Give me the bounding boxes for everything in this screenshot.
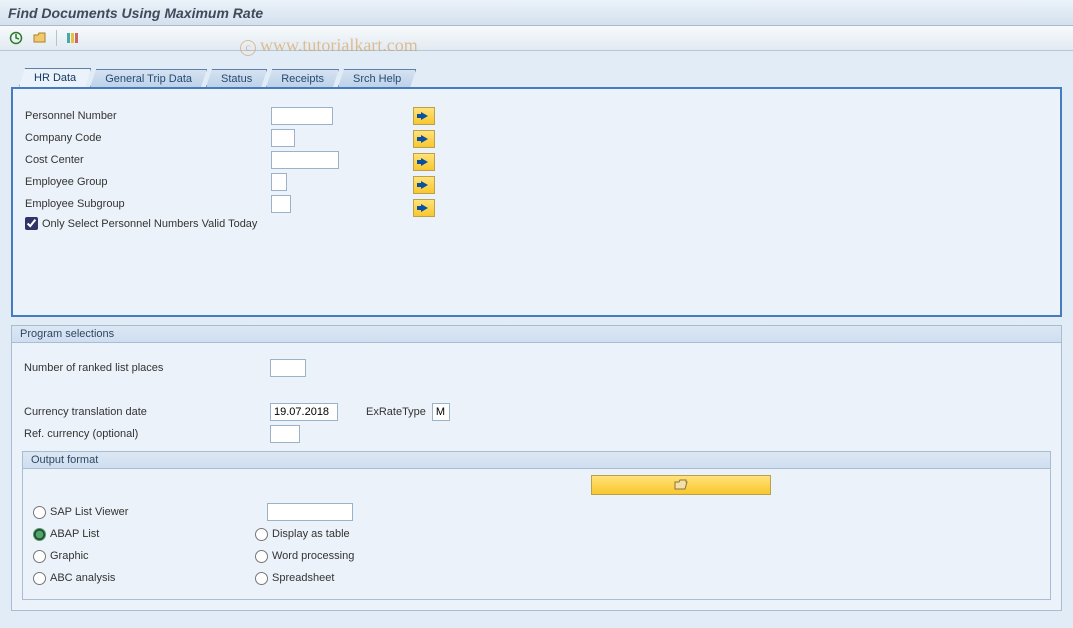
spreadsheet-label: Spreadsheet: [272, 572, 334, 584]
tab-label: HR Data: [34, 72, 76, 84]
graphic-label: Graphic: [50, 550, 89, 562]
group-output-format: Output format SAP List Viewer: [22, 451, 1051, 600]
row-sap-list-viewer: SAP List Viewer: [33, 501, 255, 523]
content-area: HR Data General Trip Data Status Receipt…: [0, 51, 1073, 628]
group-program-selections: Program selections Number of ranked list…: [11, 325, 1062, 611]
row-graphic: Graphic: [33, 545, 255, 567]
sap-list-viewer-layout-input[interactable]: [267, 503, 353, 521]
multi-select-employee-group[interactable]: [413, 176, 435, 194]
currency-date-input[interactable]: [270, 403, 338, 421]
tab-general-trip-data[interactable]: General Trip Data: [90, 69, 207, 87]
arrow-right-icon: [421, 112, 428, 120]
radio-col-1: SAP List Viewer ABAP List Graphic: [33, 501, 255, 589]
multi-select-employee-subgroup[interactable]: [413, 199, 435, 217]
row-word-processing: Word processing: [255, 545, 477, 567]
ref-currency-input[interactable]: [270, 425, 300, 443]
row-only-valid-today: Only Select Personnel Numbers Valid Toda…: [23, 217, 1050, 230]
tab-status[interactable]: Status: [206, 69, 267, 87]
program-selections-header: Program selections: [12, 326, 1061, 343]
title-text: Find Documents Using Maximum Rate: [8, 5, 263, 21]
row-ref-currency: Ref. currency (optional): [22, 425, 1051, 443]
abc-analysis-label: ABC analysis: [50, 572, 115, 584]
row-employee-subgroup: Employee Subgroup: [23, 195, 1050, 213]
cost-center-label: Cost Center: [23, 154, 271, 166]
row-personnel-number: Personnel Number: [23, 107, 1050, 125]
output-format-header: Output format: [23, 452, 1050, 469]
employee-subgroup-label: Employee Subgroup: [23, 198, 271, 210]
only-valid-today-checkbox[interactable]: [25, 217, 38, 230]
get-variant-button[interactable]: [30, 29, 50, 47]
radio-spreadsheet[interactable]: [255, 572, 268, 585]
program-selections-body: Number of ranked list places Currency tr…: [12, 343, 1061, 610]
arrow-right-icon: [421, 158, 428, 166]
toolbar: [0, 26, 1073, 51]
folder-icon: [33, 31, 47, 45]
multi-select-personnel-number[interactable]: [413, 107, 435, 125]
row-abc-analysis: ABC analysis: [33, 567, 255, 589]
only-valid-today-label: Only Select Personnel Numbers Valid Toda…: [42, 218, 257, 230]
radio-col-2: Display as table Word processing Spreads…: [255, 501, 477, 589]
output-format-body: SAP List Viewer ABAP List Graphic: [23, 469, 1050, 599]
tab-label: Status: [221, 73, 252, 85]
radio-word-processing[interactable]: [255, 550, 268, 563]
abap-list-label: ABAP List: [50, 528, 99, 540]
tab-strip: HR Data General Trip Data Status Receipt…: [19, 68, 1072, 87]
row-currency-date: Currency translation date ExRateType: [22, 403, 1051, 421]
row-abap-list: ABAP List: [33, 523, 255, 545]
radio-abc-analysis[interactable]: [33, 572, 46, 585]
row-company-code: Company Code: [23, 129, 1050, 147]
tab-label: General Trip Data: [105, 73, 192, 85]
color-legend-button[interactable]: [63, 29, 83, 47]
row-display-as-table: Display as table: [255, 523, 477, 545]
employee-subgroup-input[interactable]: [271, 195, 291, 213]
display-as-table-label: Display as table: [272, 528, 350, 540]
execute-button[interactable]: [6, 29, 26, 47]
ex-rate-type-label: ExRateType: [366, 406, 426, 418]
output-format-radios: SAP List Viewer ABAP List Graphic: [33, 501, 1040, 589]
radio-abap-list[interactable]: [33, 528, 46, 541]
personnel-number-input[interactable]: [271, 107, 333, 125]
color-bars-icon: [66, 31, 80, 45]
multiple-selection-column: [413, 107, 435, 217]
execute-clock-icon: [9, 31, 23, 45]
company-code-label: Company Code: [23, 132, 271, 144]
radio-display-as-table[interactable]: [255, 528, 268, 541]
tab-panel-hr-data: Personnel Number Company Code Cost Cente…: [11, 87, 1062, 317]
tab-label: Receipts: [281, 73, 324, 85]
tab-srch-help[interactable]: Srch Help: [338, 69, 416, 87]
employee-group-input[interactable]: [271, 173, 287, 191]
folder-open-icon: [674, 479, 688, 491]
radio-sap-list-viewer[interactable]: [33, 506, 46, 519]
multi-select-cost-center[interactable]: [413, 153, 435, 171]
employee-group-label: Employee Group: [23, 176, 271, 188]
sap-list-viewer-label: SAP List Viewer: [50, 506, 128, 518]
tab-label: Srch Help: [353, 73, 401, 85]
row-spreadsheet: Spreadsheet: [255, 567, 477, 589]
ex-rate-type-input[interactable]: [432, 403, 450, 421]
tab-hr-data[interactable]: HR Data: [19, 68, 91, 87]
currency-date-label: Currency translation date: [22, 406, 270, 418]
row-employee-group: Employee Group: [23, 173, 1050, 191]
ref-currency-label: Ref. currency (optional): [22, 428, 270, 440]
row-cost-center: Cost Center: [23, 151, 1050, 169]
layout-button[interactable]: [591, 475, 771, 495]
arrow-right-icon: [421, 135, 428, 143]
word-processing-label: Word processing: [272, 550, 354, 562]
arrow-right-icon: [421, 181, 428, 189]
personnel-number-label: Personnel Number: [23, 110, 271, 122]
tab-receipts[interactable]: Receipts: [266, 69, 339, 87]
radio-graphic[interactable]: [33, 550, 46, 563]
cost-center-input[interactable]: [271, 151, 339, 169]
layout-button-row: [33, 475, 1040, 495]
row-sap-layout-input: [255, 501, 477, 523]
company-code-input[interactable]: [271, 129, 295, 147]
multi-select-company-code[interactable]: [413, 130, 435, 148]
ranked-places-input[interactable]: [270, 359, 306, 377]
arrow-right-icon: [421, 204, 428, 212]
toolbar-separator: [56, 30, 57, 46]
row-ranked-places: Number of ranked list places: [22, 359, 1051, 377]
ranked-places-label: Number of ranked list places: [22, 362, 270, 374]
window-title: Find Documents Using Maximum Rate: [0, 0, 1073, 26]
